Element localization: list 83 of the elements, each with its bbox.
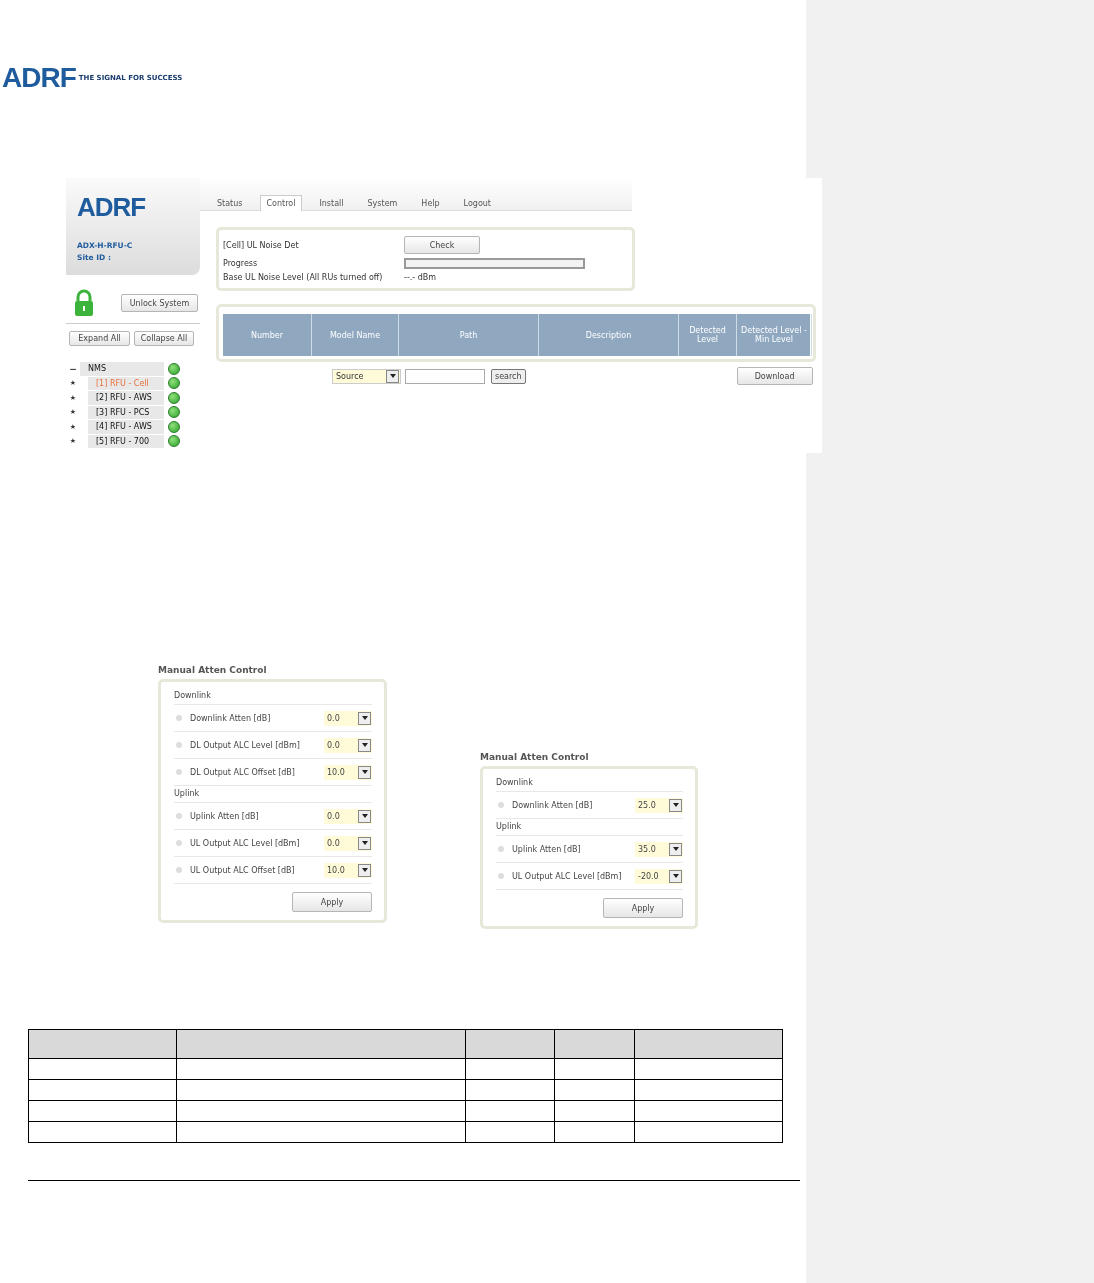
- tree-item[interactable]: NMS: [80, 362, 166, 376]
- status-dot-icon: [168, 420, 180, 433]
- noise-det-label: [Cell] UL Noise Det: [223, 240, 300, 250]
- value-dropdown[interactable]: 25.0: [635, 797, 683, 813]
- caret-icon[interactable]: [669, 798, 682, 812]
- setting-label: UL Output ALC Offset [dB]: [190, 865, 296, 875]
- caret-icon[interactable]: [358, 836, 371, 850]
- value-dropdown[interactable]: 35.0: [635, 841, 683, 857]
- logo: ADRF: [77, 192, 147, 223]
- caret-icon[interactable]: [358, 738, 371, 752]
- progress-label: Progress: [223, 259, 259, 268]
- tree-item[interactable]: [3] RFU - PCS: [88, 405, 166, 419]
- value-dropdown[interactable]: -20.0: [635, 868, 683, 884]
- tab[interactable]: Status: [210, 195, 250, 211]
- caret-icon[interactable]: [669, 842, 682, 856]
- apply-button[interactable]: Apply: [292, 892, 372, 912]
- tab[interactable]: Install: [312, 195, 351, 211]
- tab[interactable]: Logout: [456, 195, 498, 211]
- bullet-icon: [176, 715, 182, 721]
- search-field[interactable]: [405, 368, 485, 384]
- setting-label: Uplink Atten [dB]: [512, 844, 582, 854]
- status-dot-icon: [168, 391, 180, 404]
- panel-title: Manual Atten Control: [158, 665, 268, 675]
- caret-icon[interactable]: [358, 765, 371, 779]
- search-button[interactable]: search: [491, 368, 526, 384]
- value-dropdown[interactable]: 10.0: [324, 764, 372, 780]
- bullet-icon: [176, 813, 182, 819]
- source-dropdown[interactable]: Source: [332, 368, 401, 384]
- group-label: Downlink: [496, 775, 683, 792]
- caret-icon[interactable]: [358, 863, 371, 877]
- caret-icon[interactable]: [386, 369, 399, 383]
- check-button[interactable]: Check: [404, 236, 480, 254]
- setting-label: Downlink Atten [dB]: [512, 800, 594, 810]
- base-noise-value: --.- dBm: [404, 273, 438, 282]
- tree-item[interactable]: [5] RFU - 700: [88, 434, 166, 448]
- tab[interactable]: System: [360, 195, 405, 211]
- expand-all-button[interactable]: Expand All: [69, 331, 130, 346]
- status-dot-icon: [168, 377, 180, 390]
- download-button[interactable]: Download: [736, 367, 813, 385]
- setting-label: DL Output ALC Offset [dB]: [190, 767, 296, 777]
- setting-label: DL Output ALC Level [dBm]: [190, 740, 301, 750]
- tree-item[interactable]: [4] RFU - AWS: [88, 420, 166, 434]
- column-header: Path: [399, 314, 539, 356]
- status-dot-icon: [168, 362, 180, 375]
- value-dropdown[interactable]: 0.0: [324, 835, 372, 851]
- bullet-icon: [498, 802, 504, 808]
- group-label: Uplink: [496, 819, 683, 836]
- status-dot-icon: [168, 406, 180, 419]
- bullet-icon: [498, 846, 504, 852]
- logo: ADRF: [2, 61, 76, 94]
- status-dot-icon: [168, 435, 180, 448]
- collapse-all-button[interactable]: Collapse All: [134, 331, 194, 346]
- setting-label: UL Output ALC Level [dBm]: [512, 871, 623, 881]
- column-header: Description: [539, 314, 679, 356]
- setting-label: Uplink Atten [dB]: [190, 811, 260, 821]
- bullet-icon: [176, 769, 182, 775]
- column-header: Number: [223, 314, 312, 356]
- tree-item[interactable]: [2] RFU - AWS: [88, 391, 166, 405]
- value-dropdown[interactable]: 0.0: [324, 808, 372, 824]
- setting-label: Downlink Atten [dB]: [190, 713, 272, 723]
- caret-icon[interactable]: [669, 869, 682, 883]
- bullet-icon: [176, 742, 182, 748]
- group-label: Downlink: [174, 688, 372, 705]
- setting-label: UL Output ALC Level [dBm]: [190, 838, 301, 848]
- value-dropdown[interactable]: 0.0: [324, 710, 372, 726]
- tab[interactable]: Control: [259, 195, 303, 211]
- bullet-icon: [176, 840, 182, 846]
- column-header: Detected Level: [679, 314, 737, 356]
- column-header: Detected Level - Min Level: [737, 314, 812, 356]
- bullet-icon: [498, 873, 504, 879]
- caret-icon[interactable]: [358, 711, 371, 725]
- apply-button[interactable]: Apply: [603, 898, 683, 918]
- panel-title: Manual Atten Control: [480, 752, 590, 762]
- value-dropdown[interactable]: 0.0: [324, 737, 372, 753]
- caret-icon[interactable]: [358, 809, 371, 823]
- column-header: Model Name: [312, 314, 399, 356]
- value-dropdown[interactable]: 10.0: [324, 862, 372, 878]
- group-label: Uplink: [174, 786, 372, 803]
- collapse-toggle[interactable]: −: [66, 363, 80, 374]
- base-noise-label: Base UL Noise Level (All RUs turned off): [223, 273, 384, 282]
- unlock-system-button[interactable]: Unlock System: [121, 294, 198, 312]
- bullet-icon: [176, 867, 182, 873]
- tab[interactable]: Help: [414, 195, 447, 211]
